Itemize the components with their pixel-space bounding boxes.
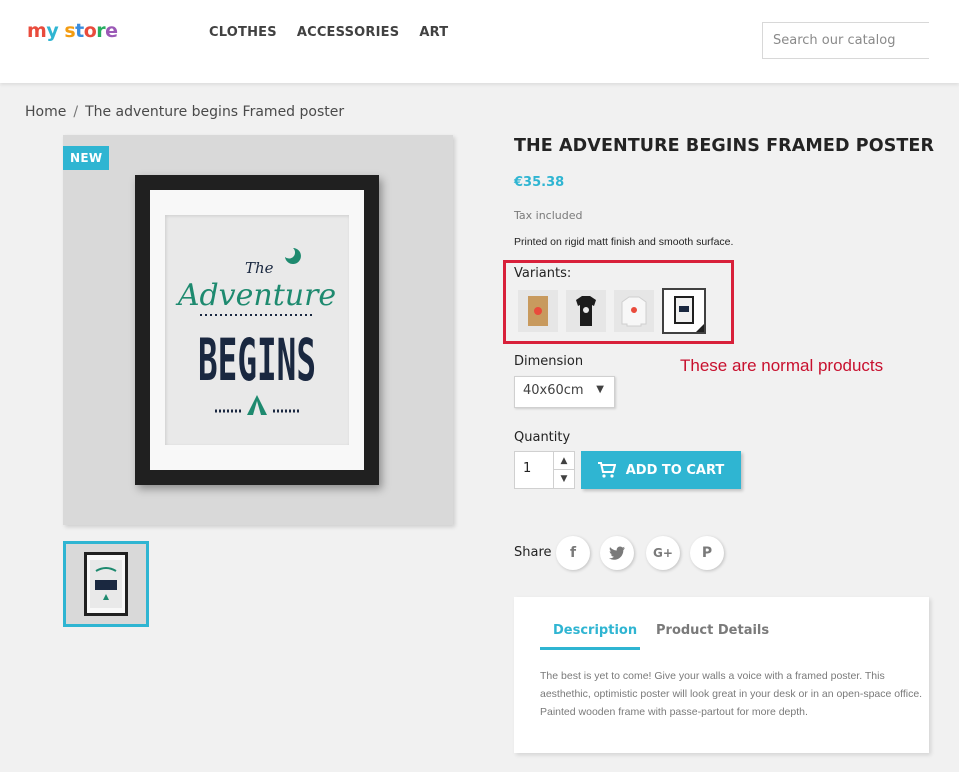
logo-letter: t [75,20,84,42]
new-badge: NEW [63,146,110,170]
dimension-value: 40x60cm [523,383,584,398]
quantity-input[interactable]: 1 [514,451,554,489]
poster-mat: The Adventure BEGINS [150,190,364,470]
dimension-select[interactable]: 40x60cm ▼ [514,376,615,408]
breadcrumb: Home / The adventure begins Framed poster [25,104,344,120]
product-price: €35.38 [514,175,565,190]
facebook-icon[interactable]: f [556,536,590,570]
quantity-label: Quantity [514,430,571,445]
caret-down-icon: ▼ [596,384,604,395]
variant-sweater-white[interactable] [614,290,654,332]
breadcrumb-home[interactable]: Home [25,104,66,120]
variants-label: Variants: [514,266,572,281]
product-tabs-panel: Description Product Details The best is … [514,597,929,753]
quantity-stepper: ▲ ▼ [553,451,575,489]
store-logo[interactable]: my store [27,20,118,42]
search-input[interactable] [762,22,929,59]
breadcrumb-separator: / [73,104,79,120]
chevron-down-icon[interactable]: ▼ [554,470,574,488]
logo-letter: y [46,20,59,42]
tab-description[interactable]: Description [553,623,637,638]
notebook-icon [528,296,548,326]
annotation-text: These are normal products [680,356,884,375]
thumbnail-poster-icon [84,552,128,616]
variant-tshirt-black[interactable] [566,290,606,332]
tshirt-icon [576,296,596,326]
dimension-label: Dimension [514,354,584,369]
share-label: Share [514,545,552,560]
sweater-icon [621,296,647,327]
poster-frame: The Adventure BEGINS [135,175,379,485]
logo-letter: s [64,20,76,42]
poster-line-1: The [245,259,274,277]
poster-line-2: Adventure [175,278,336,313]
googleplus-icon[interactable]: G+ [646,536,680,570]
logo-letter: o [83,20,97,42]
tab-active-underline [540,647,640,650]
pinterest-icon[interactable]: P [690,536,724,570]
poster-art: The Adventure BEGINS [165,215,349,445]
poster-artwork-icon: The Adventure BEGINS [175,248,336,415]
variant-notebook[interactable] [518,290,558,332]
logo-letter: r [96,20,106,42]
nav-art[interactable]: ART [419,25,448,40]
cart-icon [597,462,616,478]
product-title: THE ADVENTURE BEGINS FRAMED POSTER [514,136,935,156]
site-header: my store CLOTHES ACCESSORIES ART [0,0,959,83]
product-cover-image[interactable]: The Adventure BEGINS [63,135,453,525]
twitter-bird-icon [609,546,625,560]
variant-framed-poster[interactable] [662,288,706,334]
product-thumbnail[interactable] [63,541,149,627]
breadcrumb-current[interactable]: The adventure begins Framed poster [85,104,344,120]
nav-accessories[interactable]: ACCESSORIES [297,25,400,40]
main-nav: CLOTHES ACCESSORIES ART [209,25,448,40]
nav-clothes[interactable]: CLOTHES [209,25,277,40]
tab-product-details[interactable]: Product Details [656,623,769,638]
tab-description-content: The best is yet to come! Give your walls… [540,670,923,718]
short-description: Printed on rigid matt finish and smooth … [514,236,734,248]
logo-letter: e [105,20,118,42]
framed-poster-icon [674,296,704,332]
poster-line-3: BEGINS [198,326,316,394]
logo-letter: m [27,20,47,42]
add-to-cart-label: ADD TO CART [625,462,725,478]
add-to-cart-button[interactable]: ADD TO CART [581,451,741,489]
twitter-icon[interactable] [600,536,634,570]
chevron-up-icon[interactable]: ▲ [554,452,574,470]
tax-label: Tax included [514,209,583,222]
